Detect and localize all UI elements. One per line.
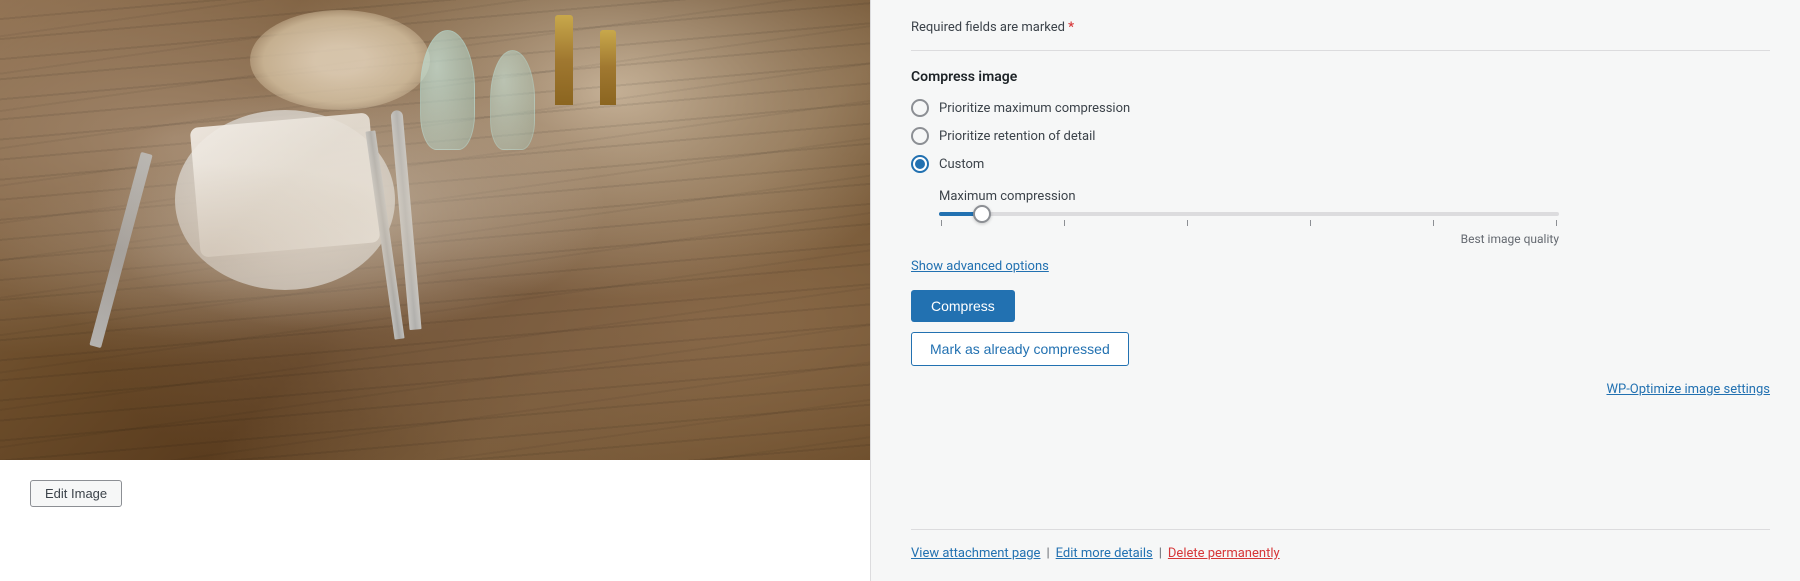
radio-custom[interactable] (911, 155, 929, 173)
radio-max-label: Prioritize maximum compression (939, 101, 1130, 116)
radio-detail-label: Prioritize retention of detail (939, 129, 1095, 144)
fork-decor (89, 152, 152, 348)
glass2-decor (490, 50, 535, 150)
slider-label: Maximum compression (939, 189, 1770, 204)
view-attachment-link[interactable]: View attachment page (911, 546, 1040, 561)
slider-track (939, 212, 1559, 216)
required-text: Required fields are marked (911, 20, 1065, 35)
show-advanced-link[interactable]: Show advanced options (911, 259, 1770, 274)
slider-section: Maximum compression Best im (911, 189, 1770, 246)
image-container (0, 0, 870, 460)
edit-more-details-link[interactable]: Edit more details (1056, 546, 1153, 561)
candle1-decor (555, 15, 573, 105)
edit-image-button[interactable]: Edit Image (30, 480, 122, 507)
radio-item-detail[interactable]: Prioritize retention of detail (911, 127, 1770, 145)
radio-group: Prioritize maximum compression Prioritiz… (911, 99, 1770, 173)
footer-separator-2: | (1159, 546, 1162, 561)
glass1-decor (420, 30, 475, 150)
bread-decor (250, 10, 430, 110)
required-note: Required fields are marked * (911, 20, 1770, 51)
knife-decor (365, 130, 404, 339)
slider-endpoints: Best image quality (939, 232, 1559, 246)
candle2-decor (600, 30, 616, 105)
slider-max-label: Best image quality (1461, 232, 1559, 246)
spacer (911, 413, 1770, 529)
radio-retention-detail[interactable] (911, 127, 929, 145)
plate-decor (175, 110, 395, 290)
napkin-decor (190, 112, 381, 257)
dining-image (0, 0, 870, 460)
mark-compressed-button[interactable]: Mark as already compressed (911, 332, 1129, 366)
wp-optimize-link[interactable]: WP-Optimize image settings (911, 382, 1770, 397)
compress-button[interactable]: Compress (911, 290, 1015, 322)
footer-separator-1: | (1046, 546, 1049, 561)
compress-section-title: Compress image (911, 69, 1770, 85)
delete-permanently-link[interactable]: Delete permanently (1168, 546, 1280, 561)
left-panel: Edit Image (0, 0, 870, 581)
radio-max-compression[interactable] (911, 99, 929, 117)
spoon-decor (390, 110, 421, 330)
image-overlay (0, 0, 870, 460)
radio-item-max[interactable]: Prioritize maximum compression (911, 99, 1770, 117)
edit-image-area: Edit Image (0, 460, 870, 527)
slider-container (939, 212, 1559, 226)
right-panel: Required fields are marked * Compress im… (870, 0, 1800, 581)
required-asterisk: * (1068, 20, 1074, 35)
radio-item-custom[interactable]: Custom (911, 155, 1770, 173)
compress-buttons: Compress Mark as already compressed (911, 290, 1770, 366)
radio-custom-label: Custom (939, 157, 984, 172)
footer-links: View attachment page | Edit more details… (911, 529, 1770, 561)
